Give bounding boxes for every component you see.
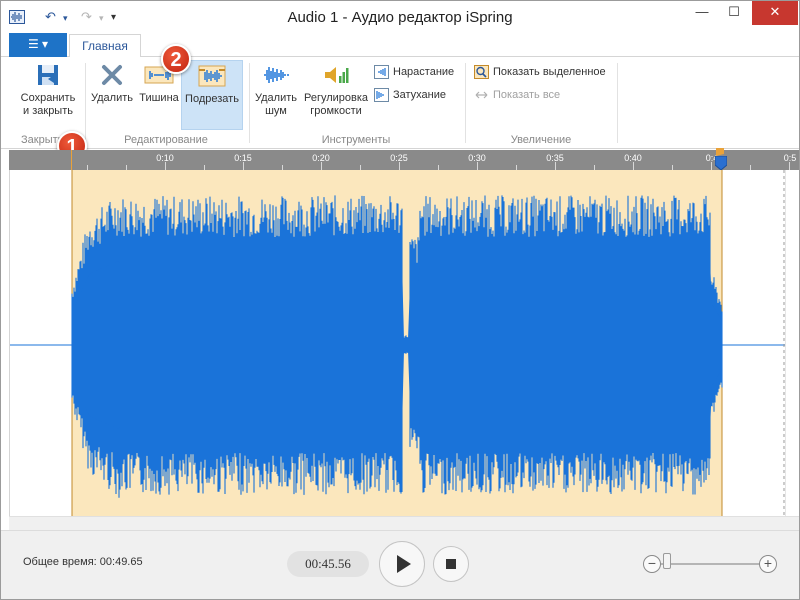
ruler-tick: [633, 162, 634, 170]
group-label-editing: Редактирование: [124, 134, 208, 146]
editor-window: ↶ ▾ ↷ ▾ ▾ Audio 1 - Аудио редактор iSpri…: [0, 0, 800, 600]
silence-label: Тишина: [139, 92, 179, 104]
stop-button[interactable]: [433, 546, 469, 582]
group-separator: [85, 63, 86, 143]
save-and-close-button[interactable]: Сохранить и закрыть: [15, 61, 81, 118]
callout-marker-2: 2: [161, 44, 191, 74]
fade-out-icon: [374, 88, 389, 103]
trim-button[interactable]: Подрезать: [181, 60, 243, 130]
ruler-tick: [165, 162, 166, 170]
waveform[interactable]: [10, 170, 786, 516]
window-title: Audio 1 - Аудио редактор iSpring: [287, 9, 513, 26]
minimize-button[interactable]: —: [687, 1, 717, 25]
zoom-slider-track[interactable]: [661, 563, 761, 565]
horizontal-scrollbar[interactable]: [9, 516, 799, 530]
vertical-scrollbar[interactable]: [785, 170, 799, 516]
ruler-tick: [243, 162, 244, 170]
file-menu-button[interactable]: ☰ ▾: [9, 33, 67, 57]
ruler-tick: [555, 162, 556, 170]
playhead-marker-icon[interactable]: [715, 156, 727, 170]
volume-label-line2: громкости: [310, 105, 362, 117]
group-separator: [249, 63, 250, 143]
ruler-label: 0:25: [390, 153, 408, 163]
close-button[interactable]: ✕: [752, 1, 798, 25]
timeline-ruler[interactable]: 0:10 0:15 0:20 0:25 0:30 0:35 0:40 0:4 0…: [9, 148, 799, 170]
ribbon-tabs: ☰ ▾ Главная: [1, 33, 799, 58]
ruler-label: 0:5: [783, 153, 797, 163]
noise-wave-icon: [264, 67, 289, 83]
waveform-area[interactable]: [9, 170, 786, 516]
volume-icon: [325, 67, 349, 83]
show-all-label: Показать все: [493, 89, 561, 101]
current-time-display: 00:45.56: [287, 551, 369, 577]
show-selected-button[interactable]: Показать выделенное: [474, 63, 606, 81]
ruler-tick: [399, 162, 400, 170]
save-close-label-line2: и закрыть: [23, 105, 73, 117]
fade-in-label: Нарастание: [393, 66, 455, 78]
volume-label-line1: Регулировка: [303, 92, 369, 104]
fade-in-button[interactable]: Нарастание: [374, 63, 454, 81]
denoise-button[interactable]: Удалить шум: [253, 61, 299, 118]
save-close-label-line1: Сохранить: [20, 92, 76, 104]
zoom-all-icon: [475, 91, 488, 99]
ruler-tick: [789, 162, 790, 170]
ruler-tick: [321, 162, 322, 170]
play-icon: [397, 555, 411, 573]
ruler-label: 0:40: [624, 153, 642, 163]
ruler-tick: [477, 162, 478, 170]
show-all-button[interactable]: Показать все: [474, 86, 560, 104]
group-label-zoom: Увеличение: [510, 134, 572, 146]
selection-end-flag-icon[interactable]: [716, 148, 724, 156]
group-separator: [617, 63, 618, 143]
play-button[interactable]: [379, 541, 425, 587]
zoom-out-button[interactable]: −: [643, 555, 661, 573]
ribbon: Сохранить и закрыть Удалить Тишина Подре…: [1, 57, 799, 149]
trim-icon: [198, 65, 226, 87]
delete-label: Удалить: [91, 92, 133, 104]
save-icon: [38, 65, 58, 85]
group-separator: [465, 63, 466, 143]
volume-adjust-button[interactable]: Регулировка громкости: [301, 61, 371, 118]
denoise-label-line2: шум: [265, 105, 287, 117]
ruler-label: 0:15: [234, 153, 252, 163]
maximize-button[interactable]: ☐: [719, 1, 749, 25]
delete-button[interactable]: Удалить: [89, 61, 135, 105]
tab-main[interactable]: Главная: [69, 34, 141, 58]
fade-in-icon: [374, 65, 389, 80]
denoise-label-line1: Удалить: [255, 92, 297, 104]
zoom-slider-thumb[interactable]: [663, 553, 671, 569]
zoom-selection-icon: [474, 65, 489, 80]
waveform-body: [72, 261, 722, 429]
fade-out-button[interactable]: Затухание: [374, 86, 446, 104]
delete-x-icon: [102, 65, 122, 85]
zoom-in-button[interactable]: +: [759, 555, 777, 573]
ruler-tick: [711, 162, 712, 170]
ruler-label: 0:35: [546, 153, 564, 163]
ruler-label: 0:30: [468, 153, 486, 163]
show-selected-label: Показать выделенное: [493, 66, 606, 78]
trim-label: Подрезать: [185, 93, 239, 105]
total-time-label: Общее время: 00:49.65: [23, 556, 143, 568]
player-bar: Общее время: 00:49.65 00:45.56 − +: [1, 530, 799, 599]
fade-out-label: Затухание: [393, 89, 447, 101]
stop-icon: [446, 559, 456, 569]
title-bar: ↶ ▾ ↷ ▾ ▾ Audio 1 - Аудио редактор iSpri…: [1, 1, 799, 33]
group-label-tools: Инструменты: [321, 134, 391, 146]
ruler-label: 0:20: [312, 153, 330, 163]
selection-start-marker[interactable]: [71, 150, 72, 170]
ruler-label: 0:10: [156, 153, 174, 163]
